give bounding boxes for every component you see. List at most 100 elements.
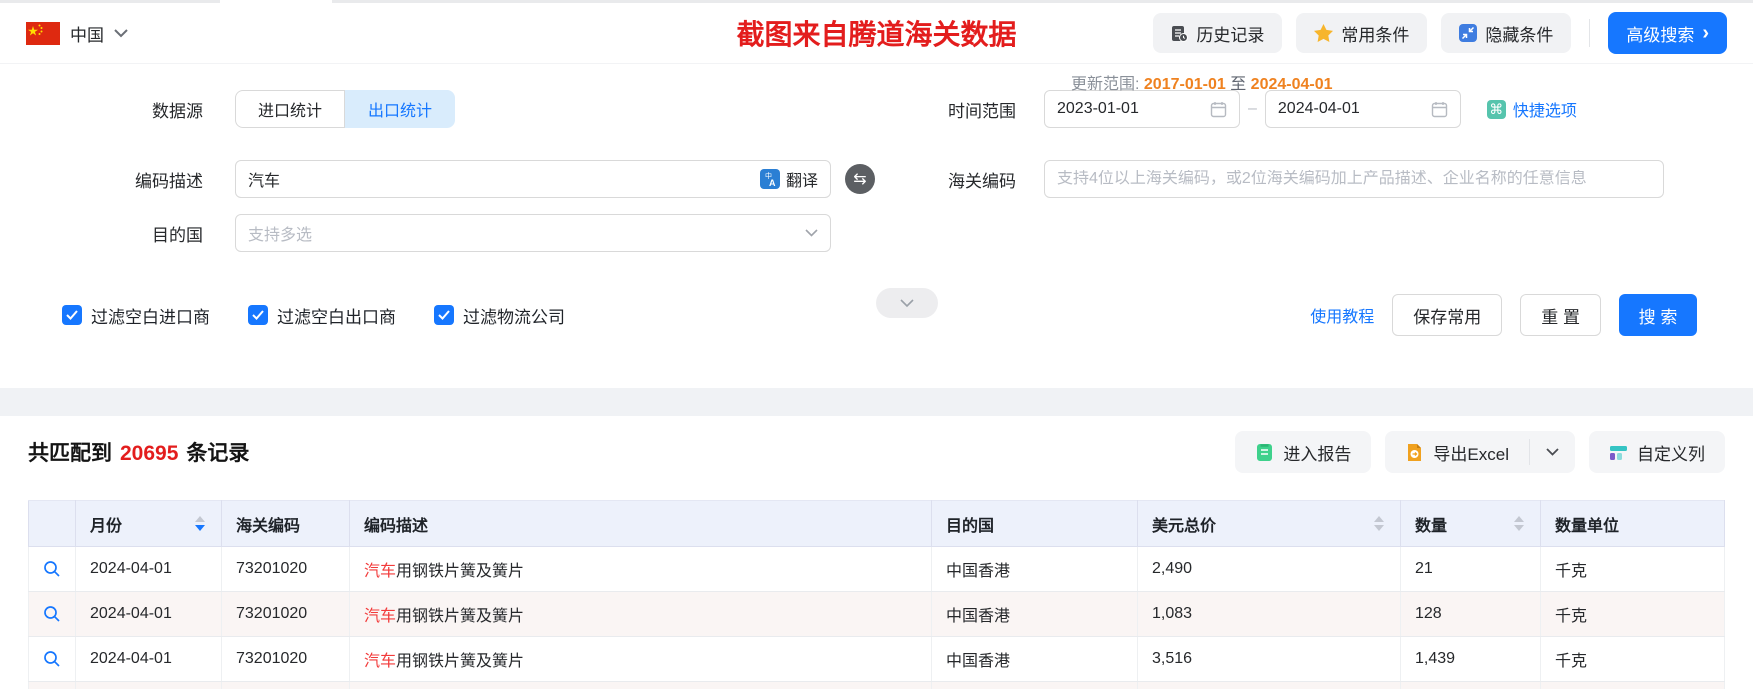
topbar: 中国 截图来自腾道海关数据 历史记录 常用条件 隐藏条件 高级搜索 › [0, 3, 1753, 64]
filter-logistics-checkbox[interactable]: 过滤物流公司 [434, 303, 565, 328]
header-month[interactable]: 月份 [75, 500, 222, 547]
cell-destination: 中国香港 [931, 636, 1138, 682]
header-description: 编码描述 [349, 500, 932, 547]
results-panel: 共匹配到 20695 条记录 进入报告 导出Excel 自定义列 月份 海关编码… [0, 430, 1753, 689]
enter-report-button[interactable]: 进入报告 [1235, 431, 1372, 473]
quick-options-button[interactable]: ⌘ 快捷选项 [1486, 97, 1577, 121]
save-conditions-button[interactable]: 保存常用 [1392, 294, 1503, 336]
row-detail-button[interactable] [28, 591, 76, 637]
desc-input[interactable] [248, 170, 760, 188]
cell-quantity: 128 [1400, 591, 1541, 637]
reset-button[interactable]: 重 置 [1520, 294, 1601, 336]
cell-description: 汽车用钢铁片簧及簧片 [349, 591, 932, 637]
date-start-box [1044, 90, 1240, 128]
sort-carets-icon[interactable] [1374, 516, 1388, 531]
desc-inputbox: 中 A 翻译 [235, 160, 831, 198]
cell-month: 2024-04-01 [75, 636, 222, 682]
checkbox-label: 过滤物流公司 [463, 307, 565, 327]
section-divider-band [0, 388, 1753, 416]
table-row: 2024-04-01 73201020 汽车用钢铁片簧及簧片 中国香港 2,49… [28, 546, 1725, 592]
cell-unit: 千克 [1540, 681, 1725, 689]
watermark-text: 截图来自腾道海关数据 [736, 20, 1017, 51]
cell-hs-code: 73201020 [221, 591, 350, 637]
report-icon [1255, 443, 1274, 462]
swap-icon[interactable]: ⇆ [845, 164, 875, 194]
translate-icon: 中 A [759, 169, 780, 189]
datasource-label: 数据源 [152, 101, 203, 121]
filter-blank-exporter-checkbox[interactable]: 过滤空白出口商 [248, 303, 396, 328]
divider [1589, 19, 1591, 47]
cell-month: 2024-04-01 [75, 546, 222, 592]
cell-destination: 中国香港 [931, 546, 1138, 592]
tab-import-stats[interactable]: 进口统计 [235, 90, 346, 128]
favorites-button[interactable]: 常用条件 [1296, 13, 1428, 53]
china-flag-icon [26, 21, 60, 45]
row-detail-button[interactable] [28, 681, 76, 689]
filter-blank-importer-checkbox[interactable]: 过滤空白进口商 [62, 303, 210, 328]
cell-usd: 3,516 [1137, 636, 1401, 682]
export-excel-button[interactable]: 导出Excel [1385, 431, 1529, 473]
match-summary: 共匹配到 20695 条记录 [28, 437, 249, 467]
time-range-label: 时间范围 [948, 101, 1016, 121]
favorites-label: 常用条件 [1341, 25, 1410, 45]
header-quantity-unit: 数量单位 [1540, 500, 1725, 547]
sort-carets-icon[interactable] [1514, 516, 1528, 531]
date-start-input[interactable] [1057, 100, 1210, 118]
calendar-icon[interactable] [1210, 101, 1227, 118]
calendar-icon[interactable] [1431, 101, 1448, 118]
tutorial-link[interactable]: 使用教程 [1310, 303, 1374, 327]
hs-code-input[interactable] [1057, 170, 1651, 188]
checkbox-checked-icon [434, 305, 454, 325]
export-options-caret[interactable] [1530, 431, 1575, 473]
enter-report-label: 进入报告 [1283, 444, 1352, 464]
results-table: 月份 海关编码 编码描述 目的国 美元总价 数量 数量单位 2024-04-01… [28, 500, 1725, 689]
cell-quantity: 260 [1400, 681, 1541, 689]
table-row: 2024-04-01 73201020 汽车用钢铁片簧及簧片 中国香港 3,51… [28, 636, 1725, 682]
translate-label: 翻译 [785, 173, 818, 190]
tab-export-stats[interactable]: 出口统计 [345, 90, 456, 128]
dest-select[interactable]: 支持多选 [235, 214, 831, 252]
header-usd-total[interactable]: 美元总价 [1137, 500, 1401, 547]
cell-hs-code: 73201020 [221, 681, 350, 689]
sort-carets-icon[interactable] [195, 516, 209, 531]
search-button[interactable]: 搜 索 [1619, 294, 1697, 336]
match-count: 20695 [120, 442, 179, 465]
update-range-from: 2017-01-01 [1143, 76, 1226, 93]
update-range: 更新范围: 2017-01-01 至 2024-04-01 [1071, 70, 1333, 94]
cell-usd: 644 [1137, 681, 1401, 689]
export-group: 导出Excel [1385, 431, 1575, 473]
dest-label: 目的国 [152, 225, 203, 245]
advanced-search-button[interactable]: 高级搜索 › [1608, 12, 1727, 54]
quick-options-label: 快捷选项 [1512, 103, 1577, 120]
cell-destination: 中国香港 [931, 591, 1138, 637]
columns-icon [1609, 443, 1628, 462]
update-range-to-word: 至 [1230, 76, 1247, 93]
datasource-tabs: 进口统计 出口统计 [235, 90, 456, 128]
row-detail-button[interactable] [28, 546, 76, 592]
date-end-input[interactable] [1277, 100, 1431, 118]
country-label: 中国 [70, 25, 104, 45]
row-detail-button[interactable] [28, 636, 76, 682]
cell-month: 2024-04-01 [75, 591, 222, 637]
date-end-box [1264, 90, 1461, 128]
export-excel-label: 导出Excel [1433, 444, 1509, 464]
chevron-down-icon [114, 28, 128, 38]
cell-usd: 2,490 [1137, 546, 1401, 592]
checkbox-checked-icon [62, 305, 82, 325]
chevron-right-icon: › [1702, 22, 1709, 44]
chevron-down-icon [805, 229, 818, 237]
country-selector[interactable]: 中国 [26, 21, 128, 46]
hide-conditions-button[interactable]: 隐藏条件 [1441, 13, 1572, 53]
collapse-icon [1459, 24, 1478, 42]
customize-columns-button[interactable]: 自定义列 [1589, 431, 1725, 473]
cell-unit: 千克 [1540, 636, 1725, 682]
table-row: 2024-04-01 73201020 汽车用钢铁片簧及簧片 印度 644 26… [28, 681, 1725, 689]
collapse-form-button[interactable] [876, 288, 938, 318]
cell-description: 汽车用钢铁片簧及簧片 [349, 681, 932, 689]
checkbox-label: 过滤空白出口商 [277, 307, 396, 327]
header-quantity[interactable]: 数量 [1400, 500, 1541, 547]
cell-destination: 印度 [931, 681, 1138, 689]
translate-button[interactable]: 中 A 翻译 [759, 167, 818, 191]
checkbox-label: 过滤空白进口商 [91, 307, 210, 327]
history-button[interactable]: 历史记录 [1153, 13, 1283, 53]
